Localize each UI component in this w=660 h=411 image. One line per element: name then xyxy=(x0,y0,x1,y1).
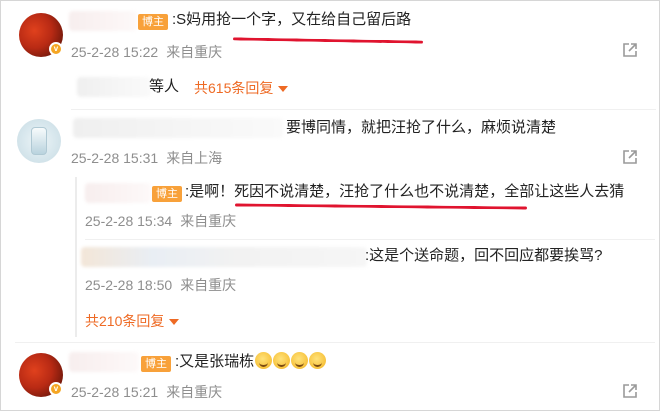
comment-text-suffix: ，全部让这些人去猜 xyxy=(489,183,625,200)
comment-meta: 25-2-28 18:50 来自重庆 xyxy=(85,276,236,294)
replier-names-blurred xyxy=(77,77,151,97)
divider xyxy=(15,342,655,343)
laugh-cry-emoji-icon xyxy=(255,352,273,369)
avatar[interactable] xyxy=(17,119,61,163)
comment-meta: 25-2-28 15:31 来自上海 xyxy=(71,149,222,167)
laugh-cry-emoji-icon xyxy=(291,352,309,369)
comment-date: 25-2-28 18:50 xyxy=(85,277,173,293)
author-tag: 博主 xyxy=(141,356,171,372)
laugh-cry-emoji-icon xyxy=(273,352,291,369)
comment-source: 来自上海 xyxy=(166,150,223,166)
view-replies-label: 共210条回复 xyxy=(85,313,165,329)
view-replies-label: 共615条回复 xyxy=(194,80,274,96)
view-replies-link[interactable]: 共615条回复 xyxy=(194,79,289,97)
verified-badge-icon: v xyxy=(49,42,63,56)
verified-badge-icon: v xyxy=(49,382,63,396)
share-icon[interactable] xyxy=(621,148,639,166)
comment-text: :是啊！死因不说清楚，汪抢了什么也不说清楚，全部让这些人去猜 xyxy=(185,182,624,202)
username-blurred[interactable] xyxy=(85,183,151,203)
comment-date: 25-2-28 15:22 xyxy=(71,44,159,60)
comment-date: 25-2-28 15:31 xyxy=(71,150,159,166)
username-blurred[interactable] xyxy=(81,247,367,267)
highlight-underline xyxy=(232,37,424,44)
comment-date: 25-2-28 15:21 xyxy=(71,384,159,400)
laugh-cry-emoji-icon xyxy=(309,352,327,369)
comment-meta: 25-2-28 15:34 来自重庆 xyxy=(85,212,236,230)
comment-meta: 25-2-28 15:22 来自重庆 xyxy=(71,43,222,61)
comment-text-highlight: 死因不说清楚，汪抢了什么也不说清楚 xyxy=(234,183,490,200)
comment-meta: 25-2-28 15:21 来自重庆 xyxy=(71,383,222,401)
comment-panel: { "comments": [ { "tag": "博主", "text": "… xyxy=(0,0,660,411)
comment-text: :又是张瑞栋 xyxy=(175,352,327,372)
comment-date: 25-2-28 15:34 xyxy=(85,213,173,229)
comment-text-prefix: :是啊！ xyxy=(185,183,235,200)
username-blurred[interactable] xyxy=(69,352,139,372)
author-tag: 博主 xyxy=(152,186,182,202)
comment-source: 来自重庆 xyxy=(166,384,223,400)
divider xyxy=(71,109,656,110)
username-blurred[interactable] xyxy=(73,118,283,138)
comment-text-body: :又是张瑞栋 xyxy=(175,353,255,370)
divider xyxy=(85,239,655,240)
chevron-down-icon xyxy=(169,319,180,326)
comment-text: 要博同情，就把汪抢了什么，麻烦说清楚 xyxy=(286,119,557,136)
username-blurred[interactable] xyxy=(69,11,137,31)
comment-source: 来自重庆 xyxy=(180,213,237,229)
comment-source: 来自重庆 xyxy=(180,277,237,293)
comment-text: :S妈用抢一个字，又在给自己留后路 xyxy=(172,11,412,28)
comment-text: :这是个送命题，回不回应都要挨骂? xyxy=(365,247,603,264)
share-icon[interactable] xyxy=(621,382,639,400)
chevron-down-icon xyxy=(278,86,289,93)
comment-source: 来自重庆 xyxy=(166,44,223,60)
share-icon[interactable] xyxy=(621,41,639,59)
author-tag: 博主 xyxy=(138,14,168,30)
view-replies-link[interactable]: 共210条回复 xyxy=(85,312,180,330)
reply-summary: 等人 xyxy=(149,78,180,95)
